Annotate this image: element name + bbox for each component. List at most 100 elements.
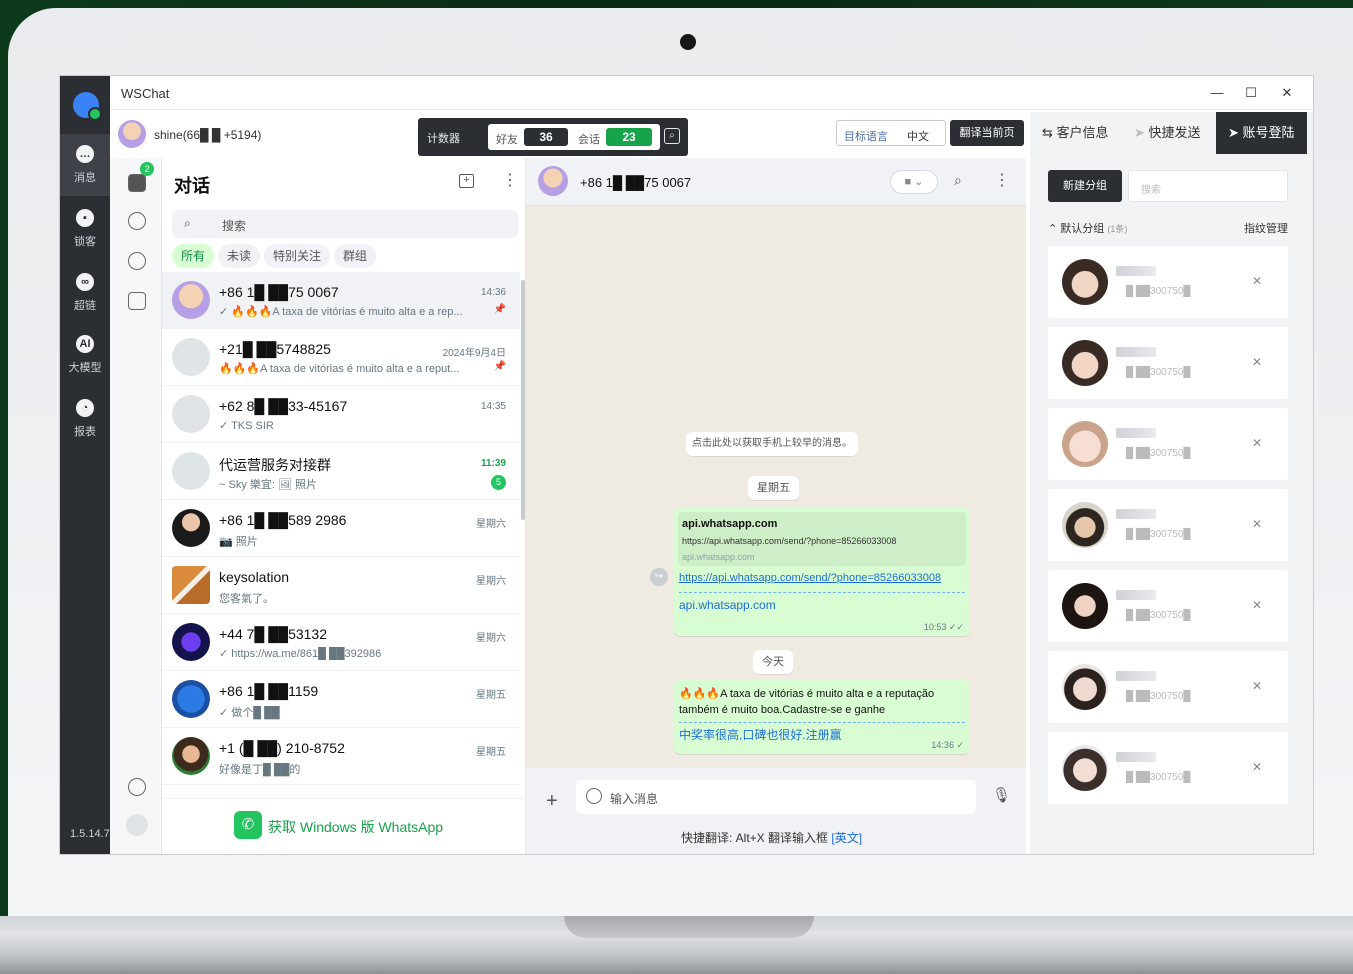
chats-icon[interactable] [128,174,146,192]
tab-quick-send[interactable]: ➤ 快捷发送 [1134,112,1216,154]
account-name[interactable]: shine(66█ █ +5194) [154,128,261,142]
profile-icon[interactable] [126,814,148,836]
gear-icon[interactable] [128,778,146,796]
chat-item[interactable]: +86 1█ ██75 0067 14:36 ✓ 🔥🔥🔥A taxa de vi… [162,272,520,329]
close-icon[interactable]: ✕ [1252,760,1262,774]
chat-name: +86 1█ ██589 2986 [219,512,347,528]
emoji-icon[interactable] [586,788,602,804]
microphone-icon[interactable]: 🎙 [992,786,1011,804]
communities-icon[interactable] [128,292,146,310]
zoom-search-icon[interactable]: ⌕ [664,128,680,144]
close-button[interactable]: ✕ [1272,82,1302,104]
channels-icon[interactable] [128,252,146,270]
friends-label: 好友 [496,134,518,146]
account-card[interactable]: █ ██300750█ ✕ [1048,489,1288,561]
filter-all[interactable]: 所有 [172,244,215,268]
avatar [1062,259,1108,305]
maximize-button[interactable]: ☐ [1236,82,1266,104]
close-icon[interactable]: ✕ [1252,355,1262,369]
video-call-icon[interactable]: ■ ⌄ [890,170,938,194]
message-input[interactable]: 输入消息 [576,780,976,814]
secondary-icon-column: 2 [110,158,162,854]
chat-item[interactable]: +44 7█ ██53132 星期六 ✓ https://wa.me/861█ … [162,614,520,671]
version-label: 1.5.14.7 [70,828,110,840]
close-icon[interactable]: ✕ [1252,274,1262,288]
load-older-messages[interactable]: 点击此处以获取手机上较早的消息。 [686,432,858,456]
nav-item-report[interactable]: ◔ 报表 [60,388,110,450]
attach-plus-icon[interactable]: + [546,790,558,813]
group-search-input[interactable]: 搜索 [1128,170,1288,202]
counter-label[interactable]: 计数器 [427,130,460,146]
translation-divider [679,722,965,723]
chat-name: +21█ ██5748825 [219,341,331,357]
hint-text: 快捷翻译: Alt+X 翻译输入框 [681,831,832,845]
chat-item[interactable]: +62 8█ ██33-45167 14:35 ✓ TKS SIR [162,386,520,443]
get-whatsapp-link[interactable]: 获取 Windows 版 WhatsApp [268,817,443,837]
chat-item[interactable]: +21█ ██5748825 2024年9月4日 🔥🔥🔥A taxa de vi… [162,329,520,386]
menu-dots-icon[interactable]: ⋮ [502,170,518,190]
chat-item[interactable]: 代运营服务对接群 11:39 ~ Sky 樂宜: 🖼 照片 5 [162,443,520,500]
avatar [172,737,210,775]
get-whatsapp-banner[interactable]: ✆ 获取 Windows 版 WhatsApp [162,798,526,854]
chat-list-scrollbar[interactable] [521,280,525,520]
forward-icon[interactable]: ↪ [650,568,668,586]
conversation-header: +86 1█ ██75 0067 ■ ⌄ ⌕ ⋮ [526,158,1026,206]
message-link[interactable]: https://api.whatsapp.com/send/?phone=852… [679,572,941,584]
account-card[interactable]: █ ██300750█ ✕ [1048,570,1288,642]
translate-page-button[interactable]: 翻译当前页 [950,120,1024,146]
target-language-select[interactable]: 目标语言 中文 [836,120,946,146]
menu-dots-icon[interactable]: ⋮ [994,170,1010,190]
link-preview[interactable]: api.whatsapp.com https://api.whatsapp.co… [678,512,966,566]
chat-item[interactable]: +86 1█ ██1159 星期五 ✓ 做个█ ██ [162,671,520,728]
account-card[interactable]: █ ██300750█ ✕ [1048,732,1288,804]
user-avatar[interactable] [73,92,102,121]
chat-preview: 📷 照片 [219,536,258,548]
chat-preview: ~ Sky 樂宜: 🖼 照片 [219,479,318,491]
chat-time: 14:36 [480,287,506,298]
filter-unread[interactable]: 未读 [218,244,261,268]
chat-time: 星期六 [476,576,506,587]
contact-avatar[interactable] [538,166,568,196]
chat-preview: 🔥🔥🔥A taxa de vitórias é muito alta e a r… [219,363,460,375]
nav-item-ai[interactable]: AI 大模型 [60,324,110,386]
close-icon[interactable]: ✕ [1252,598,1262,612]
nav-item-lock[interactable]: ▪ 锁客 [60,198,110,260]
close-icon[interactable]: ✕ [1252,436,1262,450]
account-avatar[interactable] [118,120,146,148]
nav-item-link[interactable]: ∞ 超链 [60,262,110,324]
nav-item-messages[interactable]: … 消息 [60,134,110,196]
fingerprint-manage-link[interactable]: 指纹管理 [1244,220,1288,236]
send-icon: ➤ [1134,125,1149,140]
conversation-panel: +86 1█ ██75 0067 ■ ⌄ ⌕ ⋮ 点击此处以获取手机上较早的消息… [526,158,1026,854]
chat-search-input[interactable]: ⌕ 搜索 [172,210,518,238]
account-card[interactable]: █ ██300750█ ✕ [1048,246,1288,318]
tab-account-login[interactable]: ➤ 账号登陆 [1216,112,1307,154]
sessions-label: 会话 [578,134,600,146]
avatar [172,281,210,319]
date-divider: 星期五 [748,476,799,500]
close-icon[interactable]: ✕ [1252,517,1262,531]
message-bubble[interactable]: api.whatsapp.com https://api.whatsapp.co… [674,508,970,636]
chat-item[interactable]: +1 (█ ██) 210-8752 星期五 好像是丁█ ██的 [162,728,520,785]
status-icon[interactable] [128,212,146,230]
message-bubble[interactable]: 🔥🔥🔥A taxa de vitórias é muito alta e a r… [674,680,970,754]
chat-item[interactable]: keysolation 星期六 您客氣了。 [162,557,520,614]
account-card[interactable]: █ ██300750█ ✕ [1048,408,1288,480]
hint-language-link[interactable]: [英文] [831,831,862,845]
minimize-button[interactable]: — [1202,82,1232,104]
filter-groups[interactable]: 群组 [334,244,377,268]
account-card[interactable]: █ ██300750█ ✕ [1048,651,1288,723]
new-group-button[interactable]: 新建分组 [1048,170,1122,202]
group-header[interactable]: ⌃ 默认分组 (1条) 指纹管理 [1048,220,1288,236]
chat-item[interactable]: +86 1█ ██589 2986 星期六 📷 照片 [162,500,520,557]
tab-customer-info[interactable]: ⇆ 客户信息 [1042,112,1128,154]
close-icon[interactable]: ✕ [1252,679,1262,693]
new-chat-icon[interactable]: + [459,174,474,188]
account-card[interactable]: █ ██300750█ ✕ [1048,327,1288,399]
filter-favorites[interactable]: 特别关注 [264,244,331,268]
friends-count: 36 [524,128,568,146]
contact-name[interactable]: +86 1█ ██75 0067 [580,175,691,190]
target-language-label: 目标语言 [844,131,888,143]
search-icon[interactable]: ⌕ [954,172,962,189]
webcam [680,34,696,50]
